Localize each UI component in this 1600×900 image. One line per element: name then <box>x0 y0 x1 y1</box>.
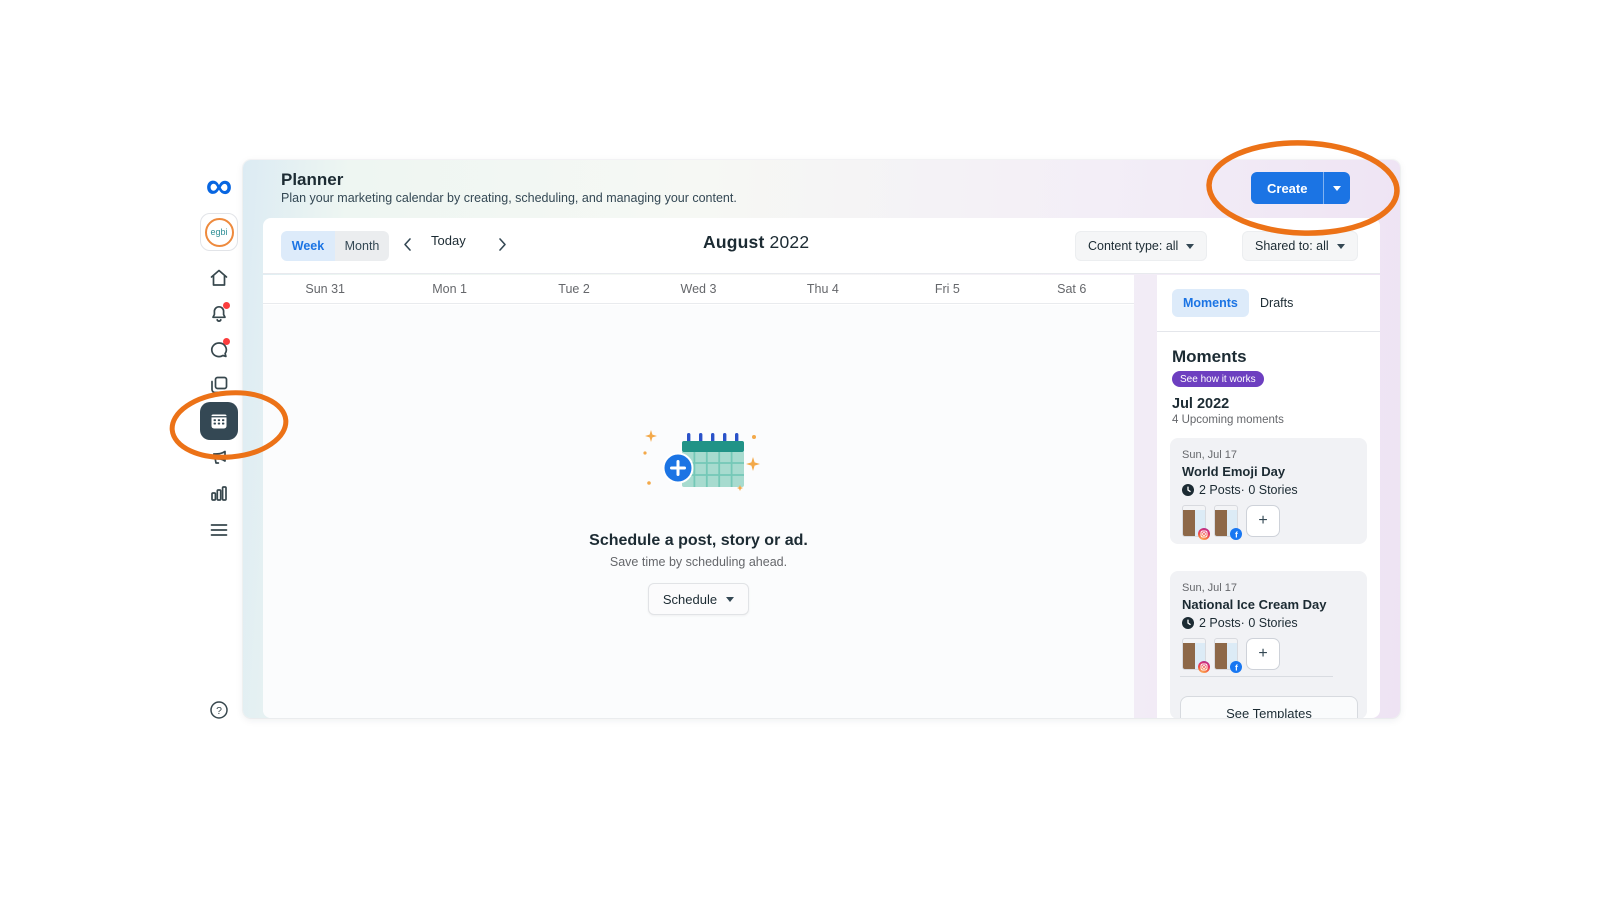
year: 2022 <box>769 232 810 252</box>
create-button-label[interactable]: Create <box>1251 172 1325 204</box>
facebook-icon: f <box>1230 528 1242 540</box>
bar-chart-icon[interactable] <box>209 483 229 506</box>
add-to-moment-button[interactable]: + <box>1246 638 1280 670</box>
add-to-moment-button[interactable]: + <box>1246 505 1280 537</box>
calendar-body: Schedule a post, story or ad. Save time … <box>263 305 1134 718</box>
message-dot <box>223 338 230 345</box>
create-dropdown-caret[interactable] <box>1324 172 1350 204</box>
bell-icon[interactable] <box>209 302 230 327</box>
post-thumbnail[interactable]: f <box>1214 505 1242 540</box>
sidebar-item-ads[interactable] <box>195 448 243 471</box>
tab-moments[interactable]: Moments <box>1172 289 1249 317</box>
day-header-tue: Tue 2 <box>558 282 590 296</box>
moment-card: Sun, Jul 17 World Emoji Day 2 Posts· 0 S… <box>1170 438 1367 544</box>
instagram-icon <box>1198 661 1210 673</box>
avatar-label: egbi <box>204 217 234 247</box>
day-header-sun: Sun 31 <box>305 282 346 296</box>
calendar-week-view: Sun 31 Mon 1 Tue 2 Wed 3 Thu 4 Fri 5 Sat… <box>263 275 1134 718</box>
moments-heading: Moments <box>1172 347 1247 366</box>
avatar[interactable]: egbi <box>200 213 238 251</box>
create-button[interactable]: Create <box>1251 172 1351 204</box>
empty-state-title: Schedule a post, story or ad. <box>589 532 808 549</box>
facebook-icon: f <box>1230 661 1242 673</box>
help-icon[interactable]: ? <box>209 700 229 723</box>
calendar-illustration-icon <box>642 430 760 491</box>
content-type-filter[interactable]: Content type: all <box>1075 231 1208 261</box>
home-icon[interactable] <box>209 268 229 291</box>
shared-to-filter-label: Shared to: all <box>1255 239 1329 253</box>
calendar-month-title: August 2022 <box>703 232 809 253</box>
posts-icon[interactable] <box>209 375 229 398</box>
month-toggle-button[interactable]: Month <box>335 231 389 261</box>
sidebar-item-messages[interactable] <box>195 338 243 363</box>
moments-period: Jul 2022 <box>1172 396 1230 412</box>
sidebar-item-help[interactable]: ? <box>195 700 243 723</box>
sidebar-item-insights[interactable] <box>195 483 243 506</box>
schedule-button[interactable]: Schedule <box>647 583 750 615</box>
day-header-wed: Wed 3 <box>680 282 717 296</box>
page-subtitle: Plan your marketing calendar by creating… <box>281 191 737 205</box>
calendar-toolbar: Week Month Today August 2022 Content typ… <box>263 218 1380 274</box>
page-title: Planner <box>281 170 344 189</box>
svg-text:f: f <box>1235 530 1238 540</box>
sidebar-item-menu[interactable] <box>195 520 243 543</box>
sidebar-item-notifications[interactable] <box>195 302 243 327</box>
today-button[interactable]: Today <box>431 233 466 248</box>
svg-text:f: f <box>1235 663 1238 673</box>
meta-logo: ∞ <box>205 165 233 206</box>
empty-state-subtitle: Save time by scheduling ahead. <box>609 555 788 569</box>
see-templates-button[interactable]: See Templates <box>1180 696 1358 718</box>
schedule-button-label: Schedule <box>662 591 718 607</box>
day-header-sat: Sat 6 <box>1057 282 1087 296</box>
svg-text:?: ? <box>216 705 222 717</box>
sidebar-item-posts[interactable] <box>195 375 243 398</box>
see-how-it-works-badge[interactable]: See how it works <box>1172 371 1264 387</box>
clock-icon <box>1182 484 1194 496</box>
month-name: August <box>703 232 765 252</box>
day-header-thu: Thu 4 <box>806 282 839 296</box>
tab-drafts[interactable]: Drafts <box>1260 289 1293 317</box>
chevron-down-icon <box>726 596 735 602</box>
moment-title: National Ice Cream Day <box>1182 597 1327 612</box>
prev-week-button[interactable] <box>396 235 418 257</box>
hamburger-menu-icon[interactable] <box>209 520 229 543</box>
next-week-button[interactable] <box>492 235 514 257</box>
app-window: Planner Plan your marketing calendar by … <box>243 160 1400 718</box>
day-header-row: Sun 31 Mon 1 Tue 2 Wed 3 Thu 4 Fri 5 Sat… <box>263 275 1134 304</box>
divider <box>1180 676 1333 677</box>
chevron-left-icon <box>404 238 411 251</box>
post-thumbnail[interactable]: f <box>1214 638 1242 673</box>
moment-stats: 2 Posts· 0 Stories <box>1199 483 1298 497</box>
clock-icon <box>1182 617 1194 629</box>
divider <box>1157 331 1380 332</box>
business-avatar[interactable]: egbi <box>195 213 243 251</box>
moment-date: Sun, Jul 17 <box>1182 449 1238 461</box>
day-header-mon: Mon 1 <box>432 282 467 296</box>
moments-panel: Moments Drafts Moments See how it works … <box>1157 275 1380 718</box>
post-thumbnail[interactable] <box>1182 638 1210 673</box>
empty-state: Schedule a post, story or ad. Save time … <box>539 425 859 615</box>
moment-stats: 2 Posts· 0 Stories <box>1199 616 1298 630</box>
sidebar-item-planner[interactable] <box>195 402 243 440</box>
upcoming-count: 4 Upcoming moments <box>1172 414 1284 426</box>
chat-icon[interactable] <box>209 338 230 363</box>
planner-icon[interactable] <box>200 402 238 440</box>
megaphone-icon[interactable] <box>209 448 229 471</box>
instagram-icon <box>1198 528 1210 540</box>
day-header-fri: Fri 5 <box>934 282 960 296</box>
chevron-right-icon <box>499 238 506 251</box>
chevron-down-icon <box>1186 243 1195 249</box>
content-type-filter-label: Content type: all <box>1088 239 1179 253</box>
notification-dot <box>223 302 230 309</box>
chevron-down-icon <box>1336 243 1345 249</box>
shared-to-filter[interactable]: Shared to: all <box>1242 231 1358 261</box>
moment-title: World Emoji Day <box>1182 464 1286 479</box>
moment-date: Sun, Jul 17 <box>1182 582 1238 594</box>
view-toggle: Week Month <box>281 231 389 261</box>
sidebar-item-home[interactable] <box>195 268 243 291</box>
week-toggle-button[interactable]: Week <box>281 231 335 261</box>
post-thumbnail[interactable] <box>1182 505 1210 540</box>
